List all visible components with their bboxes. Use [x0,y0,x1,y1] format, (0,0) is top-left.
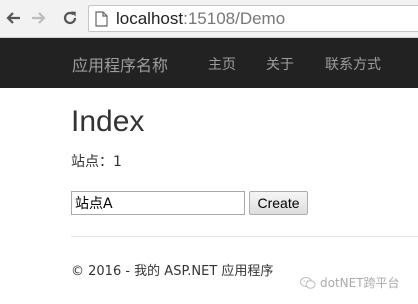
brand-link[interactable]: 应用程序名称 [72,52,168,76]
back-button[interactable] [3,8,23,28]
back-arrow-icon [6,12,20,24]
forward-arrow-icon [32,12,46,24]
nav-link-contact[interactable]: 联系方式 [325,54,381,74]
reload-button[interactable] [60,8,80,28]
url-host: localhost [116,9,184,28]
divider [71,236,418,237]
page-title: Index [71,105,145,138]
watermark: dotNET跨平台 [300,274,400,291]
site-navbar: 应用程序名称 主页 关于 联系方式 [0,38,418,88]
page-icon [95,11,108,27]
create-button[interactable]: Create [249,191,308,215]
url-text: localhost:15108/Demo [116,9,285,29]
watermark-text: dotNET跨平台 [320,276,400,290]
url-port-path: :15108/Demo [183,9,286,28]
forward-button[interactable] [29,8,49,28]
footer-copyright: © 2016 - 我的 ASP.NET 应用程序 [71,264,274,279]
reload-icon [63,11,77,25]
nav-link-about[interactable]: 关于 [266,54,294,74]
browser-toolbar: localhost:15108/Demo [0,0,418,38]
address-bar[interactable]: localhost:15108/Demo [88,5,418,32]
site-name-input[interactable] [71,191,245,215]
wechat-icon [300,276,316,289]
site-count: 站点：1 [71,154,122,170]
nav-link-home[interactable]: 主页 [208,54,236,74]
